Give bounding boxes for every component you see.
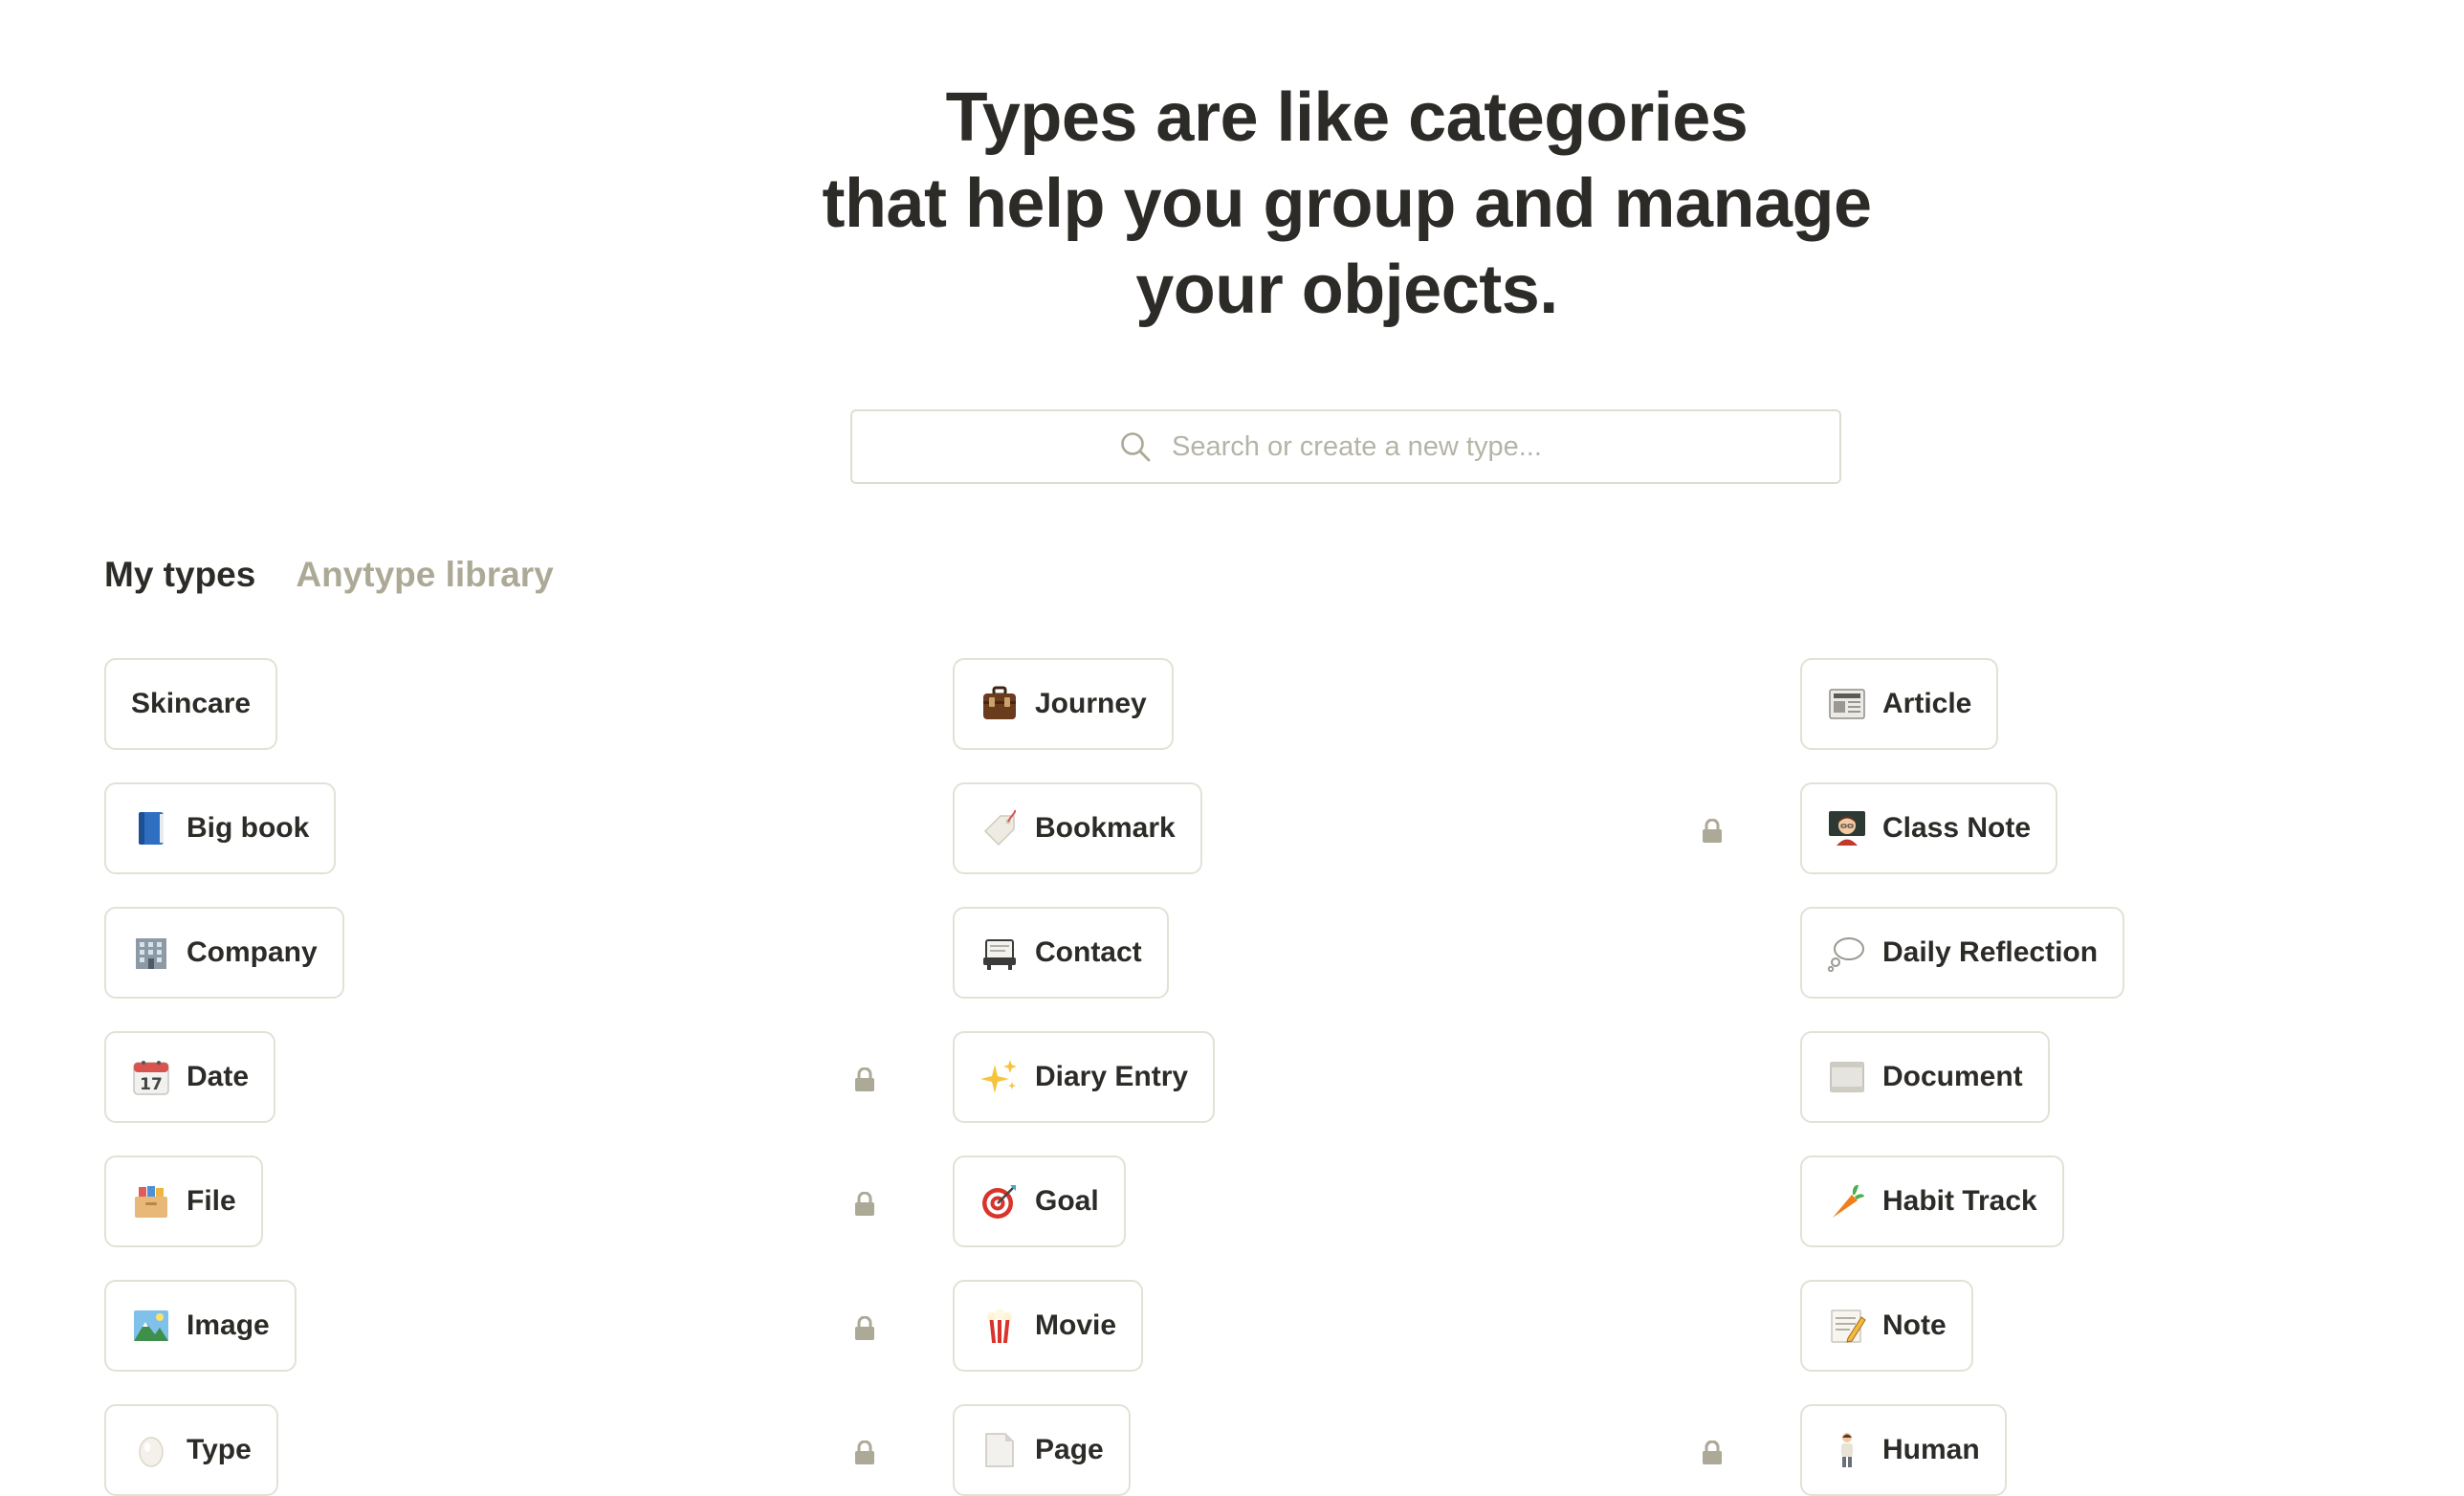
type-label: Page [1035, 1434, 1104, 1465]
type-chip-daily-reflection[interactable]: Daily Reflection [1800, 907, 2125, 999]
type-chip-skincare[interactable]: Skincare [104, 658, 278, 750]
type-label: Movie [1035, 1309, 1117, 1341]
newspaper-icon [1829, 689, 1865, 719]
type-label: Journey [1035, 688, 1147, 719]
calendar-icon: 17 [133, 1061, 169, 1095]
type-label: Image [187, 1309, 270, 1341]
type-chip-diary-entry[interactable]: Diary Entry [953, 1031, 1216, 1123]
type-chip-class-note[interactable]: Class Note [1800, 782, 2058, 874]
lock-icon [1703, 819, 1722, 843]
type-chip-big-book[interactable]: Big book [104, 782, 337, 874]
sparkles-icon [980, 1060, 1017, 1093]
type-label: Bookmark [1035, 812, 1176, 844]
type-label: Note [1882, 1309, 1947, 1341]
target-icon [982, 1185, 1016, 1219]
type-chip-bookmark[interactable]: Bookmark [953, 782, 1202, 874]
type-chip-human[interactable]: Human [1800, 1404, 2007, 1496]
lock-icon [855, 1192, 874, 1216]
type-tabs: My types Anytype library [104, 555, 554, 595]
lock-icon [855, 1067, 874, 1091]
blue-book-icon [139, 812, 164, 845]
type-chip-journey[interactable]: Journey [953, 658, 1174, 750]
type-label: Class Note [1882, 812, 2032, 844]
office-building-icon [136, 938, 166, 969]
type-label: Habit Track [1882, 1185, 2037, 1217]
tag-icon [983, 809, 1017, 847]
type-chip-file[interactable]: File [104, 1155, 263, 1247]
rolodex-icon [983, 939, 1016, 970]
type-chip-note[interactable]: Note [1800, 1280, 1973, 1372]
type-chip-document[interactable]: Document [1800, 1031, 2050, 1123]
tab-anytype-library[interactable]: Anytype library [296, 555, 553, 595]
type-label: Type [187, 1434, 252, 1465]
type-label: Human [1882, 1434, 1980, 1465]
page-title: Types are like categories that help you … [0, 75, 2464, 333]
page-icon [985, 1433, 1014, 1467]
type-label: Daily Reflection [1882, 936, 2099, 968]
memo-icon [1831, 1309, 1866, 1343]
type-chip-image[interactable]: Image [104, 1280, 297, 1372]
person-icon [1841, 1433, 1853, 1467]
type-label: Big book [187, 812, 310, 844]
type-label: File [187, 1185, 236, 1217]
lock-icon [855, 1441, 874, 1464]
type-chip-habit-track[interactable]: Habit Track [1800, 1155, 2064, 1247]
thought-bubble-icon [1827, 937, 1864, 973]
headline-line-2: that help you group and manage [822, 165, 1872, 242]
search-icon [1121, 432, 1151, 462]
type-label: Diary Entry [1035, 1061, 1189, 1092]
type-chip-type[interactable]: Type [104, 1404, 278, 1496]
type-chip-article[interactable]: Article [1800, 658, 1999, 750]
type-chip-goal[interactable]: Goal [953, 1155, 1126, 1247]
svg-text:17: 17 [140, 1075, 163, 1094]
type-label: Contact [1035, 936, 1142, 968]
search-input[interactable] [1172, 430, 1573, 463]
document-icon [1830, 1062, 1864, 1092]
type-chip-movie[interactable]: Movie [953, 1280, 1144, 1372]
type-label: Goal [1035, 1185, 1099, 1217]
type-chip-contact[interactable]: Contact [953, 907, 1169, 999]
file-box-icon [135, 1186, 167, 1218]
type-label: Date [187, 1061, 250, 1092]
headline-line-1: Types are like categories [945, 79, 1749, 156]
type-chip-page[interactable]: Page [953, 1404, 1131, 1496]
type-chip-date[interactable]: 17 Date [104, 1031, 276, 1123]
landscape-image-icon [134, 1310, 168, 1341]
lock-icon [1703, 1441, 1722, 1464]
tab-my-types[interactable]: My types [104, 555, 255, 595]
type-label: Company [187, 936, 318, 968]
type-label: Skincare [131, 688, 252, 719]
type-label: Document [1882, 1061, 2023, 1092]
type-chip-company[interactable]: Company [104, 907, 344, 999]
teacher-icon [1829, 811, 1865, 846]
lock-icon [855, 1316, 874, 1340]
suitcase-icon [983, 686, 1016, 719]
popcorn-icon [986, 1309, 1013, 1343]
headline-line-3: your objects. [1135, 252, 1558, 328]
type-search-box[interactable] [850, 409, 1841, 484]
type-label: Article [1882, 688, 1972, 719]
carrot-icon [1833, 1184, 1864, 1218]
egg-icon [139, 1437, 164, 1467]
